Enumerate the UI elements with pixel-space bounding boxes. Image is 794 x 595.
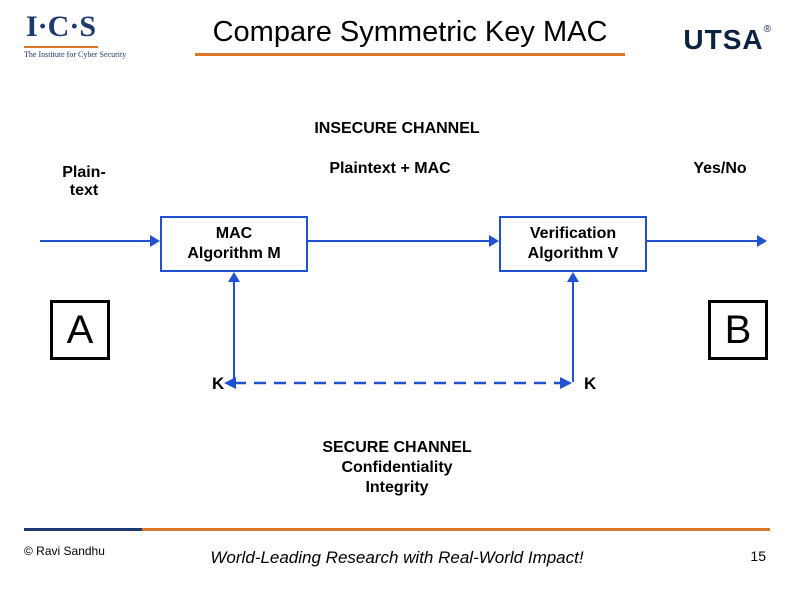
- title-block: Compare Symmetric Key MAC: [180, 16, 640, 56]
- trademark-icon: ®: [764, 24, 772, 35]
- logo-ics-sub: The Institute for Cyber Security: [24, 50, 159, 59]
- logo-ics-main: I·C·S: [24, 10, 98, 48]
- arrowhead-mac-to-verify: [489, 235, 499, 247]
- party-b-box: B: [708, 300, 768, 360]
- logo-ics: I·C·S The Institute for Cyber Security: [24, 10, 159, 59]
- logo-utsa-text: UTSA: [683, 24, 763, 55]
- label-key-right: K: [584, 374, 596, 394]
- label-plaintext-mac: Plaintext + MAC: [300, 160, 480, 178]
- label-insecure-channel: INSECURE CHANNEL: [0, 120, 794, 138]
- arrowhead-plaintext-to-mac: [150, 235, 160, 247]
- secure-channel-line: [224, 375, 572, 395]
- footer-rule-orange: [142, 528, 770, 531]
- slide: I·C·S The Institute for Cyber Security C…: [0, 0, 794, 595]
- arrow-k-to-mac: [233, 282, 235, 382]
- footer-tagline: World-Leading Research with Real-World I…: [0, 548, 794, 568]
- box-mac-algorithm: MAC Algorithm M: [160, 216, 308, 272]
- footer-page-number: 15: [750, 548, 766, 564]
- arrow-verify-to-yesno: [647, 240, 757, 242]
- label-yes-no: Yes/No: [680, 160, 760, 178]
- arrowhead-verify-to-yesno: [757, 235, 767, 247]
- arrowhead-k-to-verify: [567, 272, 579, 282]
- label-secure-channel: SECURE CHANNEL Confidentiality Integrity: [0, 438, 794, 498]
- slide-title: Compare Symmetric Key MAC: [180, 16, 640, 49]
- title-underline: [195, 53, 625, 56]
- label-plaintext: Plain- text: [54, 164, 114, 200]
- box-verification-algorithm: Verification Algorithm V: [499, 216, 647, 272]
- arrow-plaintext-to-mac: [40, 240, 150, 242]
- arrowhead-k-to-mac: [228, 272, 240, 282]
- footer-rule-blue: [24, 528, 142, 531]
- arrow-k-to-verify: [572, 282, 574, 382]
- logo-utsa: UTSA®: [683, 24, 772, 56]
- label-key-left: K: [212, 374, 224, 394]
- party-a-box: A: [50, 300, 110, 360]
- arrow-mac-to-verify: [308, 240, 489, 242]
